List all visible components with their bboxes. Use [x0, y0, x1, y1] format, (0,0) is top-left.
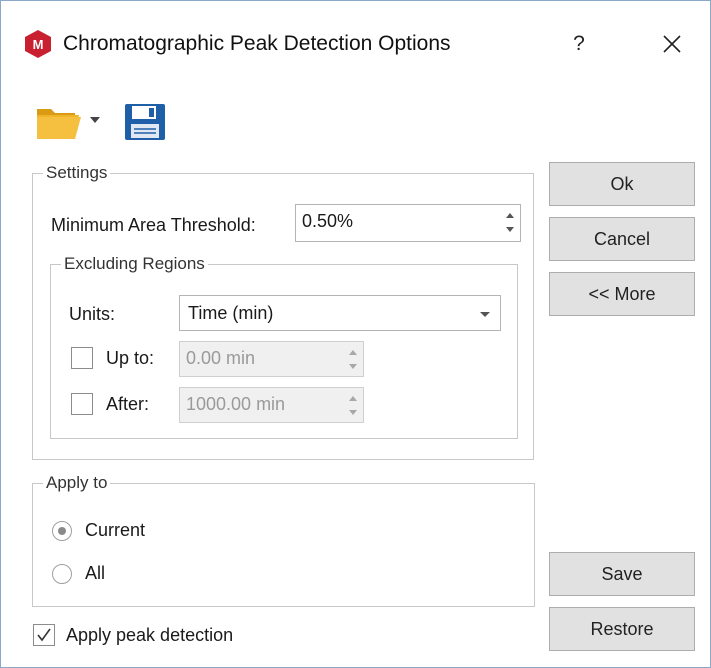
- spin-arrows-icon[interactable]: [347, 345, 359, 375]
- up-to-label: Up to:: [106, 348, 155, 368]
- apply-peak-detection-label[interactable]: Apply peak detection: [66, 625, 233, 646]
- peak-detection-dialog: M Chromatographic Peak Detection Options…: [0, 0, 711, 668]
- cancel-button[interactable]: Cancel: [549, 217, 695, 261]
- units-value: Time (min): [188, 303, 274, 323]
- units-label: Units:: [69, 304, 116, 324]
- spin-arrows-icon[interactable]: [504, 208, 516, 238]
- settings-group: Settings Minimum Area Threshold: 0.50% E…: [32, 162, 534, 460]
- radio-all[interactable]: [52, 564, 72, 584]
- help-button[interactable]: ?: [564, 28, 594, 60]
- apply-to-group: Apply to Current All: [32, 472, 535, 607]
- ok-button[interactable]: Ok: [549, 162, 695, 206]
- save-button[interactable]: Save: [549, 552, 695, 596]
- restore-button[interactable]: Restore: [549, 607, 695, 651]
- more-button[interactable]: << More: [549, 272, 695, 316]
- excluding-regions-legend: Excluding Regions: [61, 253, 208, 275]
- min-area-label: Minimum Area Threshold:: [51, 215, 256, 235]
- apply-to-legend: Apply to: [43, 472, 111, 494]
- after-checkbox[interactable]: [71, 393, 93, 415]
- close-icon[interactable]: [655, 28, 689, 60]
- radio-current-label[interactable]: Current: [85, 520, 145, 541]
- units-select[interactable]: Time (min): [179, 295, 501, 331]
- min-area-value[interactable]: 0.50%: [302, 211, 353, 232]
- up-to-value: 0.00 min: [186, 348, 256, 368]
- radio-all-label[interactable]: All: [85, 563, 105, 584]
- after-value: 1000.00 min: [186, 394, 286, 414]
- after-label: After:: [106, 394, 150, 414]
- min-area-spinbox[interactable]: 0.50%: [295, 204, 521, 242]
- spin-arrows-icon[interactable]: [347, 391, 359, 421]
- excluding-regions-group: Excluding Regions Units: Time (min) Up t…: [50, 253, 518, 439]
- floppy-disk-icon[interactable]: [123, 102, 167, 142]
- title-bar: M Chromatographic Peak Detection Options…: [1, 1, 710, 79]
- settings-legend: Settings: [43, 162, 111, 184]
- checkmark-icon: [37, 628, 51, 642]
- window-title: Chromatographic Peak Detection Options: [63, 32, 451, 55]
- svg-text:M: M: [33, 37, 44, 52]
- up-to-spinbox[interactable]: 0.00 min: [179, 341, 364, 377]
- apply-peak-detection-checkbox[interactable]: [33, 624, 55, 646]
- up-to-checkbox[interactable]: [71, 347, 93, 369]
- radio-selected-dot: [58, 527, 66, 535]
- chevron-down-icon: [480, 312, 490, 317]
- radio-current[interactable]: [52, 521, 72, 541]
- folder-open-icon[interactable]: [35, 103, 83, 141]
- after-spinbox[interactable]: 1000.00 min: [179, 387, 364, 423]
- dropdown-arrow-icon[interactable]: [89, 115, 101, 125]
- app-logo-icon: M: [25, 30, 51, 58]
